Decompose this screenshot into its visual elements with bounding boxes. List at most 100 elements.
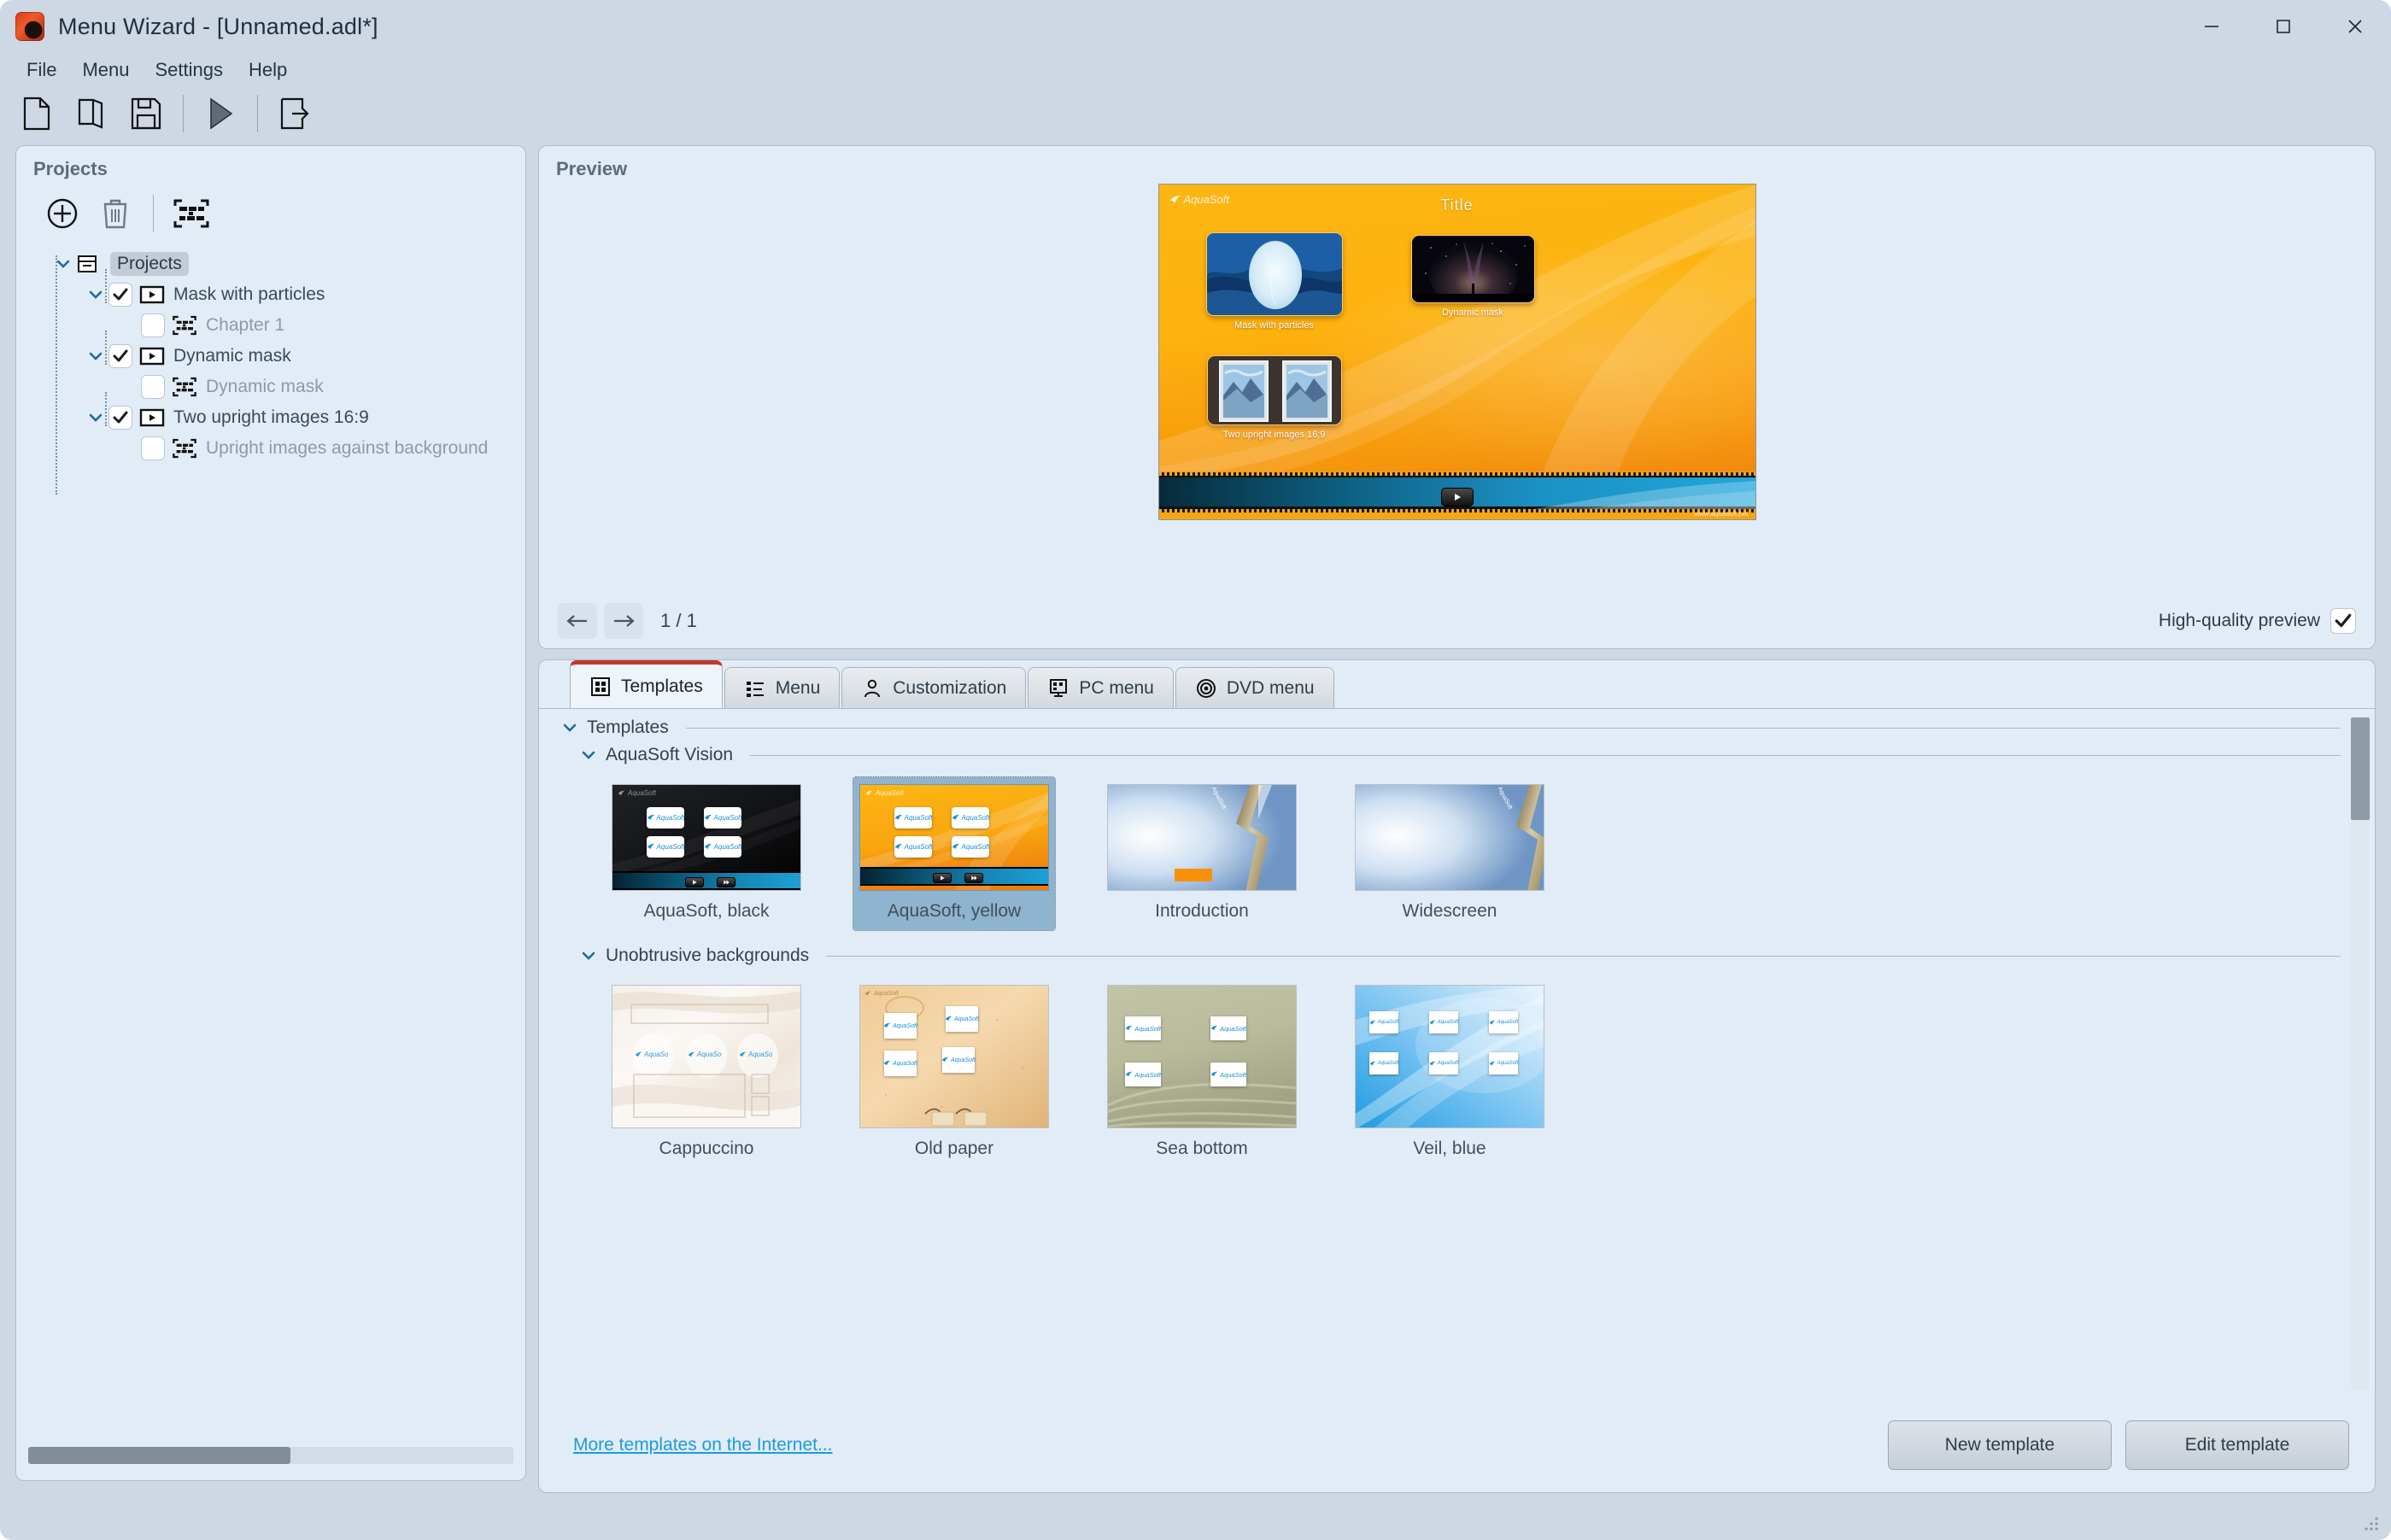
tab-label: Customization [893, 677, 1007, 698]
preview-stage: AquaSoft Title Mask with particles Dynam… [539, 180, 2375, 594]
preview-caption: Preview [556, 158, 628, 179]
menu-help[interactable]: Help [237, 56, 298, 85]
template-logo-slot: AquaSoft [945, 1006, 979, 1032]
chevron-down-icon[interactable] [86, 347, 105, 366]
app-window: Menu Wizard - [Unnamed.adl*] File Menu S… [0, 0, 2391, 1540]
template-next-button [717, 877, 735, 887]
template-card-cappuccino[interactable]: AquaSo AquaSo AquaSo Cappuccino [606, 978, 807, 1168]
template-card-aquasoft-yellow[interactable]: AquaSoft AquaSoft AquaSoft AquaSoft Aqua… [853, 776, 1056, 931]
close-icon[interactable] [2319, 0, 2391, 53]
chevron-down-icon[interactable] [580, 947, 597, 964]
minimize-icon[interactable] [2176, 0, 2247, 53]
template-logo-slot: AquaSoft [1369, 1011, 1398, 1033]
menu-play-button[interactable] [1440, 488, 1474, 507]
aquasoft-watermark-logo: AquaSoft [864, 991, 899, 997]
new-template-button[interactable]: New template [1888, 1420, 2112, 1470]
projects-toolbar [16, 180, 525, 237]
tab-dvd-menu[interactable]: DVD menu [1175, 667, 1334, 708]
menu-url-text: www.aquasoft.net [1694, 510, 1749, 518]
tree-checkbox[interactable] [141, 436, 165, 460]
tree-label: Mask with particles [173, 284, 325, 304]
play-icon[interactable] [196, 91, 245, 136]
template-thumbnail: AquaSoft AquaSoft AquaSoft [859, 784, 1049, 891]
tree-checkbox[interactable] [108, 283, 132, 307]
delete-project-icon[interactable] [91, 191, 139, 236]
chevron-down-icon[interactable] [54, 255, 73, 273]
tree-node-chapter-1[interactable]: Chapter 1 [54, 310, 525, 341]
tree-node-two-upright-images[interactable]: Two upright images 16:9 [54, 402, 525, 433]
add-project-icon[interactable] [38, 191, 86, 236]
tab-customization[interactable]: Customization [841, 667, 1027, 708]
filmstrip-perforation-bottom [1158, 509, 1755, 512]
menu-item-mask-with-particles[interactable]: Mask with particles [1205, 232, 1343, 331]
high-quality-preview-option[interactable]: High-quality preview [2159, 608, 2356, 634]
menu-item-dynamic-mask[interactable]: Dynamic mask [1410, 235, 1535, 318]
group-header[interactable]: Unobtrusive backgrounds [580, 946, 2375, 966]
save-icon[interactable] [121, 91, 171, 136]
chevron-down-icon[interactable] [86, 408, 105, 427]
tree-label: Dynamic mask [173, 346, 291, 366]
templates-vertical-scrollbar[interactable] [2351, 717, 2370, 1390]
more-templates-link[interactable]: More templates on the Internet... [573, 1435, 833, 1455]
template-logo-slot: AquaSoft [1429, 1052, 1458, 1074]
thumb-ocean-oval-mask [1205, 232, 1343, 316]
menu-item-two-upright-images[interactable]: Two upright images 16:9 [1206, 355, 1342, 440]
template-name: Cappuccino [659, 1139, 754, 1158]
tree-label: Dynamic mask [206, 377, 324, 396]
open-file-icon[interactable] [67, 91, 116, 136]
tree-label: Two upright images 16:9 [173, 407, 369, 427]
scrollbar-thumb[interactable] [28, 1447, 290, 1464]
templates-section-header[interactable]: Templates [561, 717, 2375, 738]
tree-checkbox[interactable] [108, 406, 132, 430]
tree-node-upright-images-chapter[interactable]: Upright images against background [54, 433, 525, 464]
arrow-left-icon[interactable] [558, 603, 597, 639]
maximize-icon[interactable] [2247, 0, 2319, 53]
resize-grip[interactable] [2362, 1514, 2381, 1533]
edit-template-button[interactable]: Edit template [2125, 1420, 2349, 1470]
template-name: AquaSoft, yellow [887, 901, 1022, 921]
template-card-introduction[interactable]: AquaSoft Introduction [1101, 777, 1303, 930]
right-column: Preview AquaSoft Title Mask with particl… [538, 142, 2376, 1508]
tree-node-projects[interactable]: Projects [54, 249, 525, 279]
tab-label: Templates [621, 676, 703, 696]
chapter-icon [172, 314, 197, 337]
arrow-right-icon[interactable] [604, 603, 643, 639]
template-card-veil-blue[interactable]: AquaSoft AquaSoft AquaSoft AquaSoft Aqua… [1349, 978, 1550, 1168]
scrollbar-track[interactable] [28, 1447, 513, 1464]
template-logo-slot: AquaSoft [894, 807, 932, 829]
tree-checkbox[interactable] [141, 313, 165, 337]
projects-horizontal-scrollbar[interactable] [28, 1443, 513, 1468]
template-logo-slot: AquaSoft [1125, 1063, 1161, 1086]
high-quality-preview-checkbox[interactable] [2330, 608, 2356, 634]
new-file-icon[interactable] [12, 91, 62, 136]
chevron-down-icon[interactable] [580, 747, 597, 764]
template-name: Veil, blue [1413, 1139, 1486, 1158]
tab-templates[interactable]: Templates [570, 660, 723, 708]
tab-pc-menu[interactable]: PC menu [1028, 667, 1174, 708]
group-title: Unobtrusive backgrounds [606, 946, 810, 965]
preview-nav: 1 / 1 High-quality preview [539, 594, 2375, 648]
chapter-icon[interactable] [167, 191, 215, 236]
templates-section: Templates AquaSoft Vision AquaSoft AquaS… [539, 709, 2375, 1168]
tree-node-dynamic-mask[interactable]: Dynamic mask [54, 341, 525, 372]
window-controls [2176, 0, 2391, 53]
tree-node-dynamic-mask-chapter[interactable]: Dynamic mask [54, 372, 525, 402]
template-card-widescreen[interactable]: AquaSoft Widescreen [1349, 777, 1550, 930]
template-card-sea-bottom[interactable]: AquaSoft AquaSoft AquaSoft AquaSoft Sea … [1101, 978, 1303, 1168]
tree-checkbox[interactable] [108, 344, 132, 368]
scrollbar-thumb[interactable] [2351, 717, 2370, 820]
template-card-old-paper[interactable]: AquaSoft AquaSoft AquaSoft AquaSoft Aqua… [853, 978, 1055, 1168]
menu-menu[interactable]: Menu [71, 56, 140, 85]
tree-node-mask-with-particles[interactable]: Mask with particles [54, 279, 525, 310]
group-header[interactable]: AquaSoft Vision [580, 745, 2375, 765]
tree-checkbox[interactable] [141, 375, 165, 399]
menu-preview-screen[interactable]: AquaSoft Title Mask with particles Dynam… [1157, 184, 1756, 520]
tab-menu[interactable]: Menu [724, 667, 841, 708]
chevron-down-icon[interactable] [86, 285, 105, 304]
templates-footer: More templates on the Internet... New te… [539, 1398, 2375, 1492]
menu-file[interactable]: File [15, 56, 67, 85]
export-icon[interactable] [270, 91, 319, 136]
menu-settings[interactable]: Settings [144, 56, 235, 85]
chevron-down-icon[interactable] [561, 719, 578, 736]
template-card-aquasoft-black[interactable]: AquaSoft AquaSoft AquaSoft AquaSoft Aqua… [606, 777, 807, 930]
